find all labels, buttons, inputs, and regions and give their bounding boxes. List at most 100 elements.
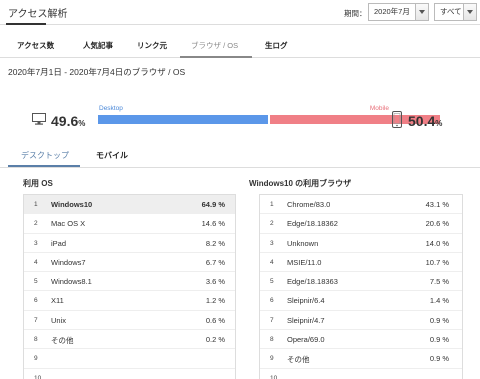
- row-value: 14.6 %: [201, 219, 225, 229]
- mobile-pct-unit: %: [435, 119, 443, 128]
- row-number: 7: [270, 316, 274, 324]
- row-number: 10: [34, 374, 42, 379]
- row-value: 0.6 %: [205, 315, 225, 325]
- row-name: Windows10: [51, 200, 93, 209]
- table-row[interactable]: 9 その他 0.9 %: [260, 349, 462, 369]
- page-title: アクセス解析: [8, 9, 68, 20]
- row-value: 1.2 %: [205, 296, 225, 306]
- table-row[interactable]: 4 Windows7 6.7 %: [24, 253, 235, 273]
- row-name: MSIE/11.0: [287, 257, 322, 267]
- table-row[interactable]: 4 MSIE/11.0 10.7 %: [260, 253, 462, 273]
- chevron-down-icon[interactable]: [463, 4, 476, 20]
- row-number: 9: [34, 355, 38, 363]
- table-row[interactable]: 5 Edge/18.18363 7.5 %: [260, 272, 462, 292]
- period-select-value: 2020年7月: [374, 7, 410, 16]
- row-name: X11: [51, 296, 64, 306]
- row-name: iPad: [51, 238, 67, 248]
- row-number: 5: [270, 278, 274, 286]
- table-row[interactable]: 2 Edge/18.18362 20.6 %: [260, 214, 462, 234]
- table-row[interactable]: 5 Windows8.1 3.6 %: [24, 272, 235, 292]
- row-value: 10.7 %: [425, 257, 449, 267]
- row-name: Edge/18.18362: [287, 219, 338, 229]
- row-name: Sleipnir/4.7: [287, 315, 325, 325]
- row-number: 4: [270, 258, 274, 266]
- row-number: 2: [270, 220, 274, 228]
- table-row[interactable]: 1 Windows10 64.9 %: [24, 195, 235, 215]
- row-number: 4: [34, 258, 38, 266]
- row-number: 6: [34, 297, 38, 305]
- table-row[interactable]: 3 Unknown 14.0 %: [260, 234, 462, 253]
- row-name: Sleipnir/6.4: [287, 296, 325, 306]
- mobile-percentage: 50.4%: [408, 113, 442, 129]
- active-tab-indicator: [180, 56, 252, 58]
- tab-desktop[interactable]: デスクトップ: [21, 150, 69, 161]
- desktop-bar-label: Desktop: [99, 105, 123, 112]
- tab-referrers[interactable]: リンク元: [137, 40, 167, 51]
- row-value: 7.5 %: [429, 277, 449, 287]
- main-tabs: アクセス数 人気記事 リンク元 ブラウザ / OS 生ログ: [0, 34, 480, 58]
- browser-table: 1 Chrome/83.0 43.1 % 2 Edge/18.18362 20.6 % 3 U…: [259, 194, 463, 379]
- desktop-pct-value: 49.6: [51, 113, 79, 129]
- tab-browser-os[interactable]: ブラウザ / OS: [191, 40, 238, 51]
- tab-popular-articles[interactable]: 人気記事: [83, 40, 113, 51]
- row-number: 8: [34, 336, 38, 344]
- scope-select[interactable]: すべて: [434, 3, 477, 21]
- row-name: その他: [287, 355, 310, 365]
- row-number: 8: [270, 336, 274, 344]
- row-number: 9: [270, 355, 274, 363]
- row-value: 20.6 %: [425, 219, 449, 229]
- chevron-down-icon[interactable]: [415, 4, 428, 20]
- tab-access-count[interactable]: アクセス数: [17, 40, 54, 51]
- device-tabs: デスクトップ モバイル: [0, 146, 480, 168]
- table-row[interactable]: 2 Mac OS X 14.6 %: [24, 214, 235, 234]
- table-row: 10: [260, 369, 462, 379]
- table-row[interactable]: 6 X11 1.2 %: [24, 291, 235, 311]
- row-value: 6.7 %: [205, 257, 225, 267]
- table-row[interactable]: 7 Unix 0.6 %: [24, 311, 235, 331]
- row-name: Edge/18.18363: [287, 277, 338, 287]
- row-name: Windows7: [51, 257, 86, 267]
- device-ratio: 49.6% Desktop Mobile 50.4%: [0, 100, 480, 140]
- row-value: 64.9 %: [201, 200, 225, 209]
- row-value: 0.9 %: [429, 335, 449, 345]
- row-name: その他: [51, 336, 74, 346]
- app-header: アクセス解析 期間： 2020年7月 すべて: [0, 0, 480, 25]
- row-name: Opera/69.0: [287, 335, 325, 345]
- row-number: 5: [34, 278, 38, 286]
- tab-mobile[interactable]: モバイル: [96, 150, 128, 161]
- mobile-pct-value: 50.4: [408, 113, 436, 129]
- table-row: 10: [24, 369, 235, 379]
- row-value: 43.1 %: [425, 200, 449, 209]
- period-select[interactable]: 2020年7月: [368, 3, 429, 21]
- table-row[interactable]: 1 Chrome/83.0 43.1 %: [260, 195, 462, 215]
- row-name: Windows8.1: [51, 277, 92, 287]
- row-number: 1: [34, 201, 38, 208]
- mobile-bar-label: Mobile: [369, 105, 389, 112]
- table-row[interactable]: 7 Sleipnir/4.7 0.9 %: [260, 311, 462, 331]
- smartphone-icon: [392, 111, 402, 128]
- desktop-pct-unit: %: [78, 119, 86, 128]
- date-range-heading: 2020年7月1日 - 2020年7月4日のブラウザ / OS: [8, 67, 186, 77]
- row-value: 8.2 %: [205, 238, 225, 248]
- row-number: 3: [270, 239, 274, 247]
- table-row[interactable]: 8 その他 0.2 %: [24, 330, 235, 350]
- table-row[interactable]: 8 Opera/69.0 0.9 %: [260, 330, 462, 350]
- row-number: 6: [270, 297, 274, 305]
- table-row[interactable]: 3 iPad 8.2 %: [24, 234, 235, 253]
- title-underline: [6, 23, 46, 25]
- period-label: 期間：: [344, 9, 367, 18]
- os-table: 1 Windows10 64.9 % 2 Mac OS X 14.6 % 3 iPad 8.2 …: [23, 194, 236, 379]
- row-name: Chrome/83.0: [287, 200, 331, 209]
- table-row: 9: [24, 349, 235, 369]
- tab-raw-log[interactable]: 生ログ: [265, 40, 288, 51]
- browser-panel-title: Windows10 の利用ブラウザ: [249, 179, 352, 188]
- active-device-tab-indicator: [8, 165, 80, 167]
- os-panel-title: 利用 OS: [23, 179, 53, 188]
- row-value: 0.9 %: [429, 315, 449, 325]
- row-name: Mac OS X: [51, 219, 86, 229]
- row-value: 0.2 %: [205, 335, 225, 345]
- desktop-percentage: 49.6%: [51, 113, 85, 129]
- desktop-ratio-bar: [98, 115, 268, 124]
- row-number: 1: [270, 201, 274, 208]
- table-row[interactable]: 6 Sleipnir/6.4 1.4 %: [260, 291, 462, 311]
